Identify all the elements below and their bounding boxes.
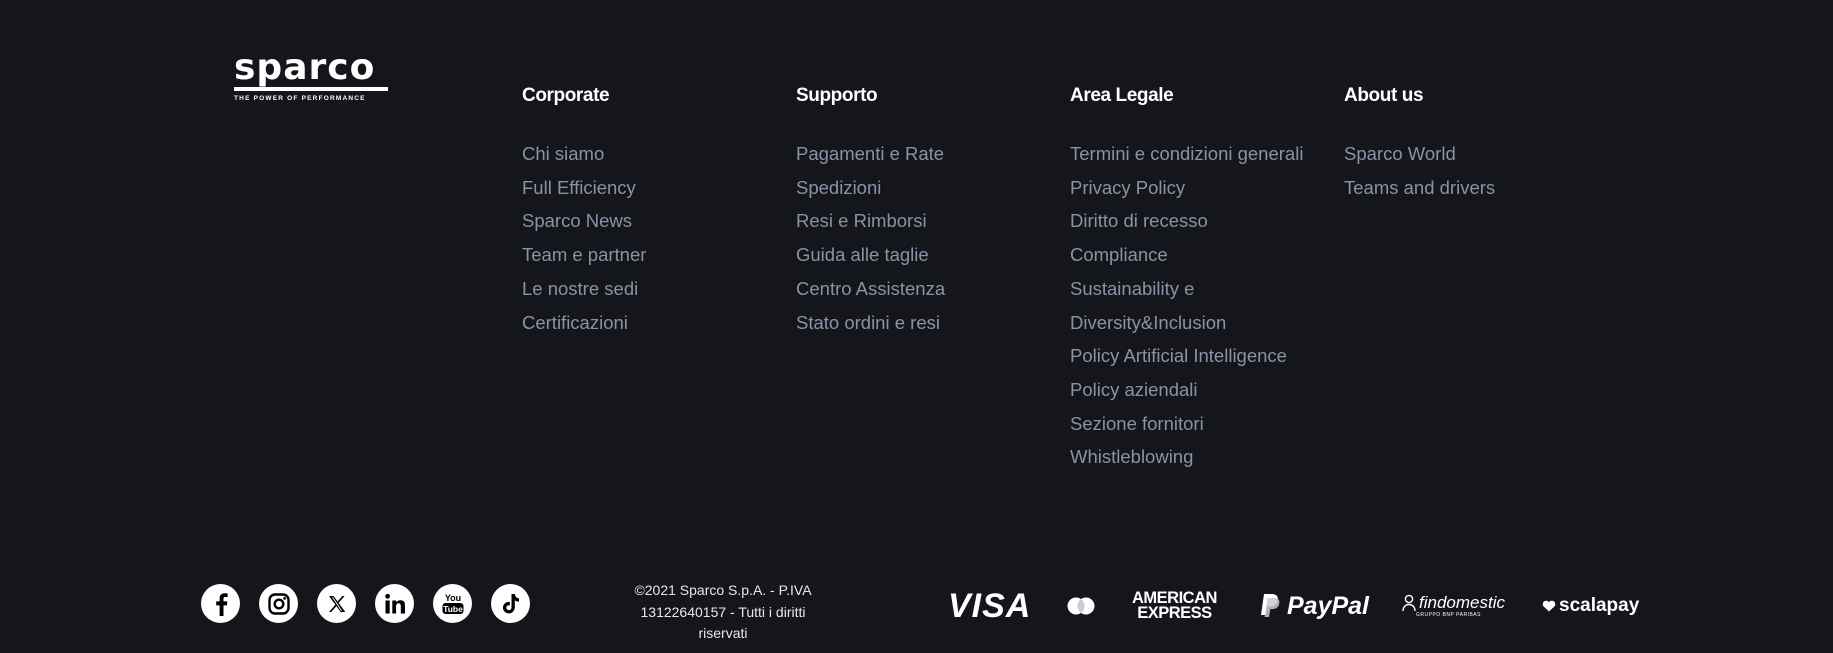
instagram-icon[interactable] (259, 584, 298, 623)
footer-column-corporate: Corporate Chi siamo Full Efficiency Spar… (522, 82, 646, 339)
paypal-logo: PayPal (1259, 588, 1369, 624)
footer-link[interactable]: Le nostre sedi (522, 272, 646, 306)
footer-column-supporto: Supporto Pagamenti e Rate Spedizioni Res… (796, 82, 945, 339)
findomestic-subtitle: GRUPPO BNP PARIBAS (1416, 612, 1481, 618)
footer-link[interactable]: Sparco World (1344, 137, 1495, 171)
footer-link[interactable]: Certificazioni (522, 306, 646, 340)
footer-link[interactable]: Sustainability e (1070, 272, 1303, 306)
paypal-icon (1261, 594, 1280, 617)
social-links: You Tube (201, 584, 530, 623)
paypal-wordmark: PayPal (1287, 591, 1370, 620)
copyright-line: riservati (698, 625, 748, 641)
footer-link[interactable]: Policy Artificial Intelligence (1070, 339, 1303, 373)
findomestic-logo: findomestic GRUPPO BNP PARIBAS (1402, 588, 1505, 624)
sparco-logo[interactable]: sparco THE POWER OF PERFORMANCE (234, 50, 390, 102)
tiktok-icon[interactable] (491, 584, 530, 623)
footer-link[interactable]: Whistleblowing (1070, 440, 1303, 474)
footer-link[interactable]: Chi siamo (522, 137, 646, 171)
copyright-text: ©2021 Sparco S.p.A. - P.IVA 13122640157 … (630, 580, 816, 645)
footer-link[interactable]: Spedizioni (796, 171, 945, 205)
footer-column-area-legale: Area Legale Termini e condizioni general… (1070, 82, 1303, 474)
heart-icon (1542, 600, 1556, 612)
footer-link[interactable]: Stato ordini e resi (796, 306, 945, 340)
findomestic-wordmark: findomestic (1419, 593, 1505, 612)
youtube-icon[interactable]: You Tube (433, 584, 472, 623)
footer-link[interactable]: Sparco News (522, 204, 646, 238)
footer-link[interactable]: Centro Assistenza (796, 272, 945, 306)
x-icon[interactable] (317, 584, 356, 623)
column-title: Supporto (796, 85, 878, 106)
visa-logo: VISA (948, 586, 1032, 625)
column-title: About us (1344, 85, 1424, 106)
facebook-icon[interactable] (201, 584, 240, 623)
linkedin-icon[interactable] (375, 584, 414, 623)
scalapay-wordmark: scalapay (1559, 595, 1640, 616)
mastercard-icon (1066, 588, 1096, 624)
copyright-line: ©2021 Sparco S.p.A. - P.IVA (634, 582, 812, 598)
footer-link[interactable]: Teams and drivers (1344, 171, 1495, 205)
footer-link[interactable]: Policy aziendali (1070, 373, 1303, 407)
footer-link[interactable]: Diritto di recesso (1070, 204, 1303, 238)
footer-link[interactable]: Full Efficiency (522, 171, 646, 205)
logo-wordmark: sparco (234, 47, 376, 88)
svg-text:You: You (444, 593, 460, 603)
scalapay-logo: scalapay (1542, 588, 1639, 624)
footer-link[interactable]: Sezione fornitori (1070, 407, 1303, 441)
footer-column-about-us: About us Sparco World Teams and drivers (1344, 82, 1495, 204)
american-express-logo: AMERICAN EXPRESS (1132, 588, 1217, 624)
copyright-line: 13122640157 - Tutti i diritti (640, 603, 806, 620)
footer-link[interactable]: Termini e condizioni generali (1070, 137, 1303, 171)
column-title: Corporate (522, 85, 610, 106)
column-title: Area Legale (1070, 85, 1174, 106)
footer-link[interactable]: Privacy Policy (1070, 171, 1303, 205)
footer-link[interactable]: Guida alle taglie (796, 238, 945, 272)
footer-link[interactable]: Resi e Rimborsi (796, 204, 945, 238)
findomestic-figure-icon (1402, 594, 1416, 612)
amex-line: EXPRESS (1137, 604, 1212, 622)
logo-tagline: THE POWER OF PERFORMANCE (234, 95, 366, 102)
footer-link[interactable]: Diversity&Inclusion (1070, 306, 1303, 340)
footer-link[interactable]: Team e partner (522, 238, 646, 272)
footer-link[interactable]: Compliance (1070, 238, 1303, 272)
footer-link[interactable]: Pagamenti e Rate (796, 137, 945, 171)
svg-text:Tube: Tube (443, 603, 463, 613)
